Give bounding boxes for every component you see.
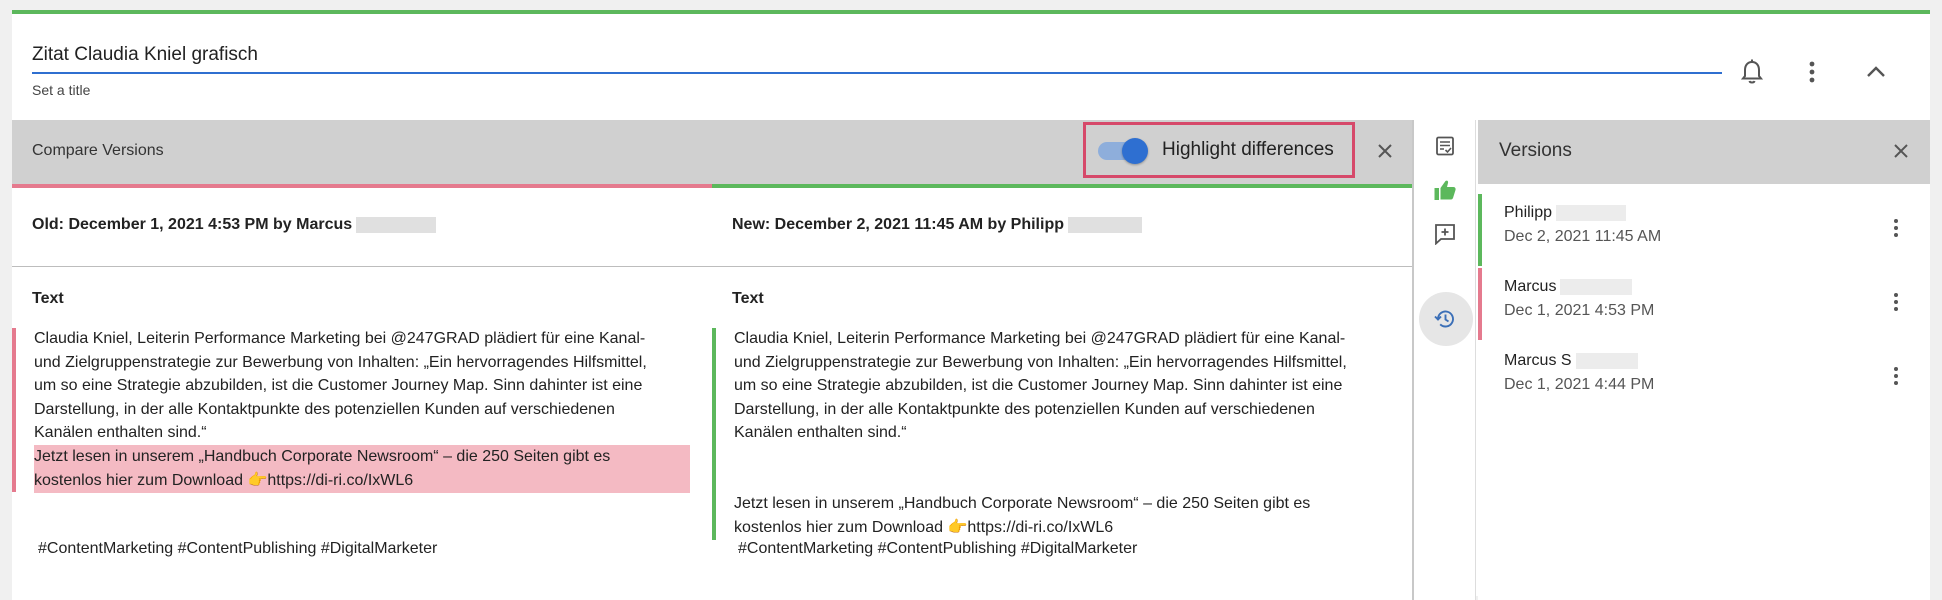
version-item[interactable]: Philipp Dec 2, 2021 11:45 AM bbox=[1478, 194, 1930, 266]
versions-header: Versions bbox=[1478, 120, 1930, 184]
redacted-name bbox=[356, 216, 437, 233]
column-header-divider bbox=[12, 266, 1412, 267]
versions-title: Versions bbox=[1499, 140, 1572, 161]
switch-knob bbox=[1122, 138, 1148, 164]
new-text-label: Text bbox=[732, 290, 764, 307]
version-more-icon[interactable] bbox=[1886, 290, 1906, 314]
title-input[interactable]: Zitat Claudia Kniel grafisch bbox=[32, 44, 1722, 74]
add-comment-icon[interactable] bbox=[1431, 220, 1459, 248]
new-paragraph-1: Claudia Kniel, Leiterin Performance Mark… bbox=[734, 327, 1394, 445]
old-paragraph-1: Claudia Kniel, Leiterin Performance Mark… bbox=[34, 327, 694, 445]
added-change-bar bbox=[712, 328, 716, 540]
version-author: Marcus S bbox=[1504, 352, 1638, 370]
text-line: Darstellung, in der alle Kontaktpunkte d… bbox=[734, 400, 1315, 418]
version-more-icon[interactable] bbox=[1886, 216, 1906, 240]
close-versions-icon[interactable] bbox=[1890, 140, 1912, 162]
compare-toolbar: Compare Versions Highlight differences bbox=[12, 120, 1412, 184]
text-line: und Zielgruppenstrategie zur Bewerbung v… bbox=[34, 353, 647, 371]
editor-frame: Zitat Claudia Kniel grafisch Set a title… bbox=[12, 10, 1930, 600]
more-vertical-icon[interactable] bbox=[1798, 58, 1826, 86]
version-item[interactable]: Marcus S Dec 1, 2021 4:44 PM bbox=[1478, 342, 1930, 414]
text-line: Claudia Kniel, Leiterin Performance Mark… bbox=[734, 330, 1346, 347]
text-line: kostenlos hier zum Download 👉https://di-… bbox=[734, 518, 1114, 536]
version-status-bar bbox=[1478, 268, 1482, 340]
new-paragraph-2: Jetzt lesen in unserem „Handbuch Corpora… bbox=[734, 492, 1394, 539]
version-author: Marcus bbox=[1504, 278, 1633, 296]
old-text-label: Text bbox=[32, 290, 64, 307]
redacted-name bbox=[1575, 352, 1638, 369]
old-version-header-text: Old: December 1, 2021 4:53 PM by Marcus bbox=[32, 216, 353, 233]
version-author: Philipp bbox=[1504, 204, 1627, 222]
close-compare-icon[interactable] bbox=[1374, 140, 1396, 162]
checklist-icon[interactable] bbox=[1431, 132, 1459, 160]
title-helper-text: Set a title bbox=[32, 82, 91, 98]
old-version-header: Old: December 1, 2021 4:53 PM by Marcus bbox=[32, 216, 437, 234]
text-line: Jetzt lesen in unserem „Handbuch Corpora… bbox=[34, 448, 611, 465]
new-version-header: New: December 2, 2021 11:45 AM by Philip… bbox=[732, 216, 1142, 234]
old-version-stripe bbox=[12, 184, 712, 188]
version-more-icon[interactable] bbox=[1886, 364, 1906, 388]
text-line: um so eine Strategie abzubilden, ist die… bbox=[734, 377, 1343, 394]
versions-panel: Versions Philipp Dec 2, 2021 11:45 AM Ma… bbox=[1478, 120, 1930, 600]
text-line: und Zielgruppenstrategie zur Bewerbung v… bbox=[734, 353, 1347, 371]
version-date: Dec 2, 2021 11:45 AM bbox=[1504, 228, 1662, 245]
redacted-name bbox=[1067, 216, 1142, 233]
text-line: Kanälen enthalten sind.“ bbox=[34, 424, 207, 441]
text-line: Claudia Kniel, Leiterin Performance Mark… bbox=[34, 330, 646, 347]
redacted-name bbox=[1556, 204, 1627, 221]
bell-icon[interactable] bbox=[1738, 58, 1766, 86]
version-item[interactable]: Marcus Dec 1, 2021 4:53 PM bbox=[1478, 268, 1930, 340]
version-date: Dec 1, 2021 4:44 PM bbox=[1504, 376, 1655, 393]
text-line: Kanälen enthalten sind.“ bbox=[734, 424, 907, 441]
new-hashtags: #ContentMarketing #ContentPublishing #Di… bbox=[738, 540, 1138, 557]
highlight-differences-switch[interactable] bbox=[1098, 138, 1148, 164]
removed-change-bar bbox=[12, 328, 16, 492]
new-version-stripe bbox=[712, 184, 1412, 188]
highlight-differences-toggle-group[interactable]: Highlight differences bbox=[1083, 122, 1355, 178]
redacted-name bbox=[1560, 278, 1633, 295]
chevron-up-icon[interactable] bbox=[1862, 58, 1890, 86]
highlight-differences-label: Highlight differences bbox=[1162, 139, 1334, 160]
side-icon-rail bbox=[1414, 120, 1476, 600]
text-line: um so eine Strategie abzubilden, ist die… bbox=[34, 377, 643, 394]
text-line: kostenlos hier zum Download 👉https://di-… bbox=[34, 471, 414, 489]
title-field-wrapper: Zitat Claudia Kniel grafisch Set a title bbox=[32, 44, 1722, 98]
old-hashtags: #ContentMarketing #ContentPublishing #Di… bbox=[38, 540, 438, 557]
new-version-header-text: New: December 2, 2021 11:45 AM by Philip… bbox=[732, 216, 1064, 233]
version-status-bar bbox=[1478, 194, 1482, 266]
history-icon[interactable] bbox=[1431, 305, 1459, 333]
compare-title: Compare Versions bbox=[32, 142, 164, 159]
text-line: Jetzt lesen in unserem „Handbuch Corpora… bbox=[734, 495, 1311, 512]
text-line: Darstellung, in der alle Kontaktpunkte d… bbox=[34, 400, 615, 418]
compare-versions-pane: Compare Versions Highlight differences O… bbox=[12, 120, 1412, 600]
old-paragraph-2-removed: Jetzt lesen in unserem „Handbuch Corpora… bbox=[34, 445, 690, 493]
thumbs-up-icon[interactable] bbox=[1431, 176, 1459, 204]
version-date: Dec 1, 2021 4:53 PM bbox=[1504, 302, 1655, 319]
